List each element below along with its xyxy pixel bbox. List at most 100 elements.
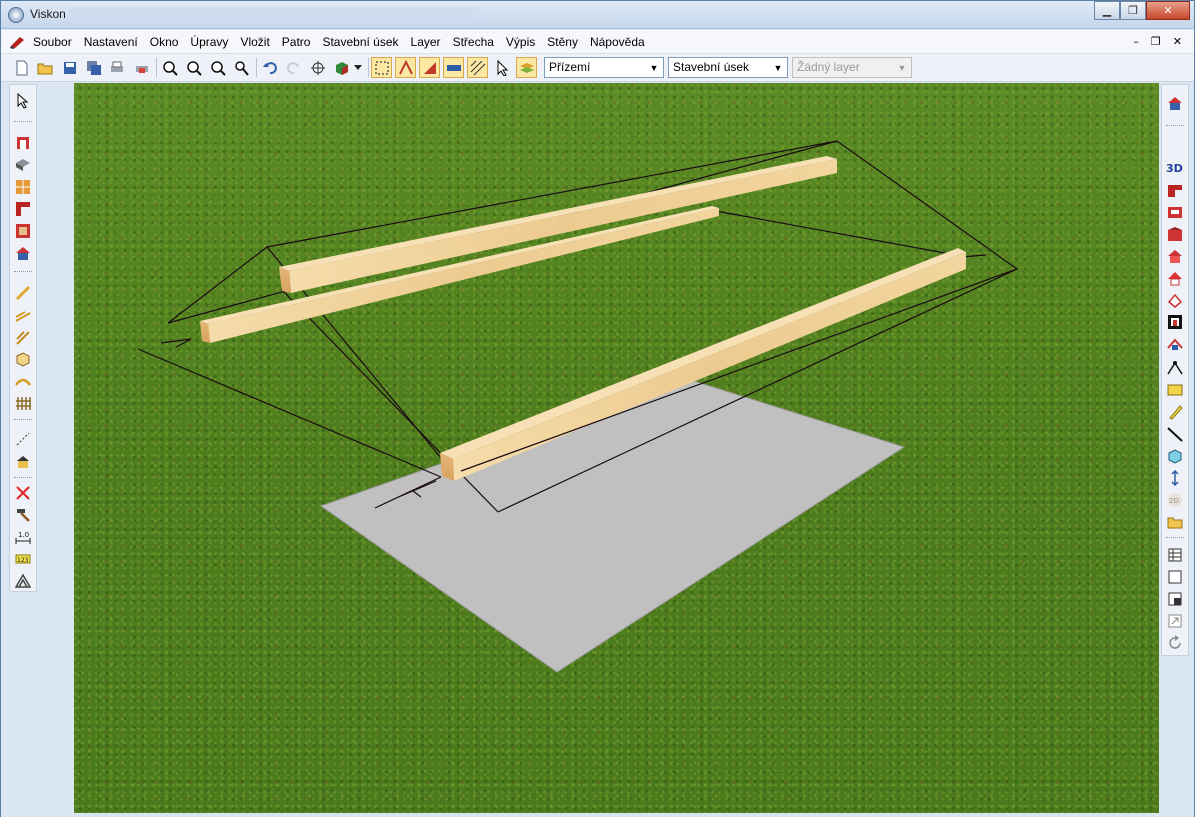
folder-icon[interactable]: [1165, 512, 1185, 532]
3d-view-icon[interactable]: 3D: [1165, 157, 1185, 177]
new-file-icon[interactable]: [11, 57, 32, 78]
plan-icon[interactable]: [1165, 312, 1185, 332]
house-view-icon[interactable]: [1165, 93, 1185, 113]
panel-icon[interactable]: [1165, 380, 1185, 400]
mdi-minimize-button[interactable]: –: [1133, 35, 1139, 48]
slab-icon[interactable]: [13, 155, 33, 175]
pointer-icon[interactable]: [492, 57, 513, 78]
hammer-icon[interactable]: [13, 505, 33, 525]
refresh-icon[interactable]: [1165, 633, 1185, 653]
menu-patro[interactable]: Patro: [276, 35, 317, 49]
open-folder-icon[interactable]: [34, 57, 55, 78]
roof-view-icon[interactable]: [1165, 268, 1185, 288]
blank-icon[interactable]: [1165, 567, 1185, 587]
roof-object-icon[interactable]: [13, 451, 33, 471]
section-icon[interactable]: [443, 57, 464, 78]
minimize-button[interactable]: ▁: [1094, 1, 1120, 20]
save-all-icon[interactable]: [83, 57, 104, 78]
layer-select: Žádný layer ▼: [792, 57, 912, 78]
zoom-fit-icon[interactable]: [207, 57, 228, 78]
title-extra-blurred: [486, 10, 616, 22]
menu-stavebni-usek[interactable]: Stavební úsek: [316, 35, 404, 49]
dropdown-arrow-icon[interactable]: [351, 57, 365, 78]
grid-icon[interactable]: [1165, 545, 1185, 565]
rafter-icon[interactable]: [13, 327, 33, 347]
close-button[interactable]: ✕: [1146, 1, 1190, 20]
cube-tool-icon[interactable]: [1165, 446, 1185, 466]
zoom-in-icon[interactable]: [159, 57, 180, 78]
menu-steny[interactable]: Stěny: [541, 35, 584, 49]
print-preview-icon[interactable]: [131, 57, 152, 78]
menu-strecha[interactable]: Střecha: [447, 35, 500, 49]
window-controls: ▁ ❐ ✕: [1094, 1, 1190, 21]
wall-icon[interactable]: [13, 133, 33, 153]
line-icon[interactable]: [13, 429, 33, 449]
chevron-down-icon: ▼: [649, 62, 659, 73]
select-area-icon[interactable]: [371, 57, 392, 78]
layer-stack-icon[interactable]: [516, 57, 537, 78]
menu-okno[interactable]: Okno: [144, 35, 185, 49]
fence-icon[interactable]: [13, 393, 33, 413]
pointer-icon[interactable]: [13, 91, 33, 111]
floor-slab: [319, 377, 906, 673]
3d-viewport[interactable]: [74, 83, 1159, 813]
maximize-button[interactable]: ❐: [1120, 1, 1146, 20]
expand-icon[interactable]: [1165, 611, 1185, 631]
menu-vlozit[interactable]: Vložit: [234, 35, 275, 49]
zoom-window-icon[interactable]: [231, 57, 252, 78]
svg-text:2D: 2D: [1169, 497, 1179, 505]
corner-icon[interactable]: [13, 199, 33, 219]
snap-icon[interactable]: [395, 57, 416, 78]
window-icon[interactable]: [13, 177, 33, 197]
height-icon[interactable]: [1165, 468, 1185, 488]
mdi-restore-button[interactable]: ❐: [1151, 35, 1161, 48]
redo-icon[interactable]: [283, 57, 304, 78]
title-bar[interactable]: Viskon ▁ ❐ ✕: [1, 1, 1194, 29]
dimension-icon[interactable]: 1.0: [13, 527, 33, 547]
line-tool-icon[interactable]: [1165, 424, 1185, 444]
menu-vypis[interactable]: Výpis: [500, 35, 541, 49]
roof-icon[interactable]: [419, 57, 440, 78]
frame-icon[interactable]: [13, 221, 33, 241]
hatch-icon[interactable]: [467, 57, 488, 78]
truss-icon[interactable]: [13, 571, 33, 591]
crosshair-icon[interactable]: [307, 57, 328, 78]
floor-view-icon[interactable]: [1165, 180, 1185, 200]
measure-icon[interactable]: 123: [13, 549, 33, 569]
menu-upravy[interactable]: Úpravy: [184, 35, 234, 49]
section-select-value: Stavební úsek: [673, 60, 750, 74]
path-icon[interactable]: [1165, 358, 1185, 378]
arch-icon[interactable]: [13, 371, 33, 391]
tilt-icon[interactable]: [1165, 402, 1185, 422]
title-path-blurred: [69, 7, 479, 23]
floor-select-value: Přízemí: [549, 60, 591, 74]
right-toolbar: 3D 2D: [1161, 84, 1189, 656]
section-view-icon[interactable]: [1165, 202, 1185, 222]
menu-soubor[interactable]: Soubor: [33, 35, 78, 49]
stair-icon[interactable]: [13, 305, 33, 325]
side-view-icon[interactable]: [1165, 246, 1185, 266]
elevation-icon[interactable]: [1165, 290, 1185, 310]
ridge-beam: [279, 156, 837, 293]
print-icon[interactable]: [106, 57, 127, 78]
floor-select[interactable]: Přízemí ▼: [544, 57, 664, 78]
section-select[interactable]: Stavební úsek ▼: [668, 57, 788, 78]
3d-box-icon[interactable]: [331, 57, 352, 78]
delete-icon[interactable]: [13, 483, 33, 503]
menu-nastaveni[interactable]: Nastavení: [78, 35, 144, 49]
save-icon[interactable]: [59, 57, 80, 78]
camera-icon[interactable]: [1165, 334, 1185, 354]
undo-icon[interactable]: [259, 57, 280, 78]
front-view-icon[interactable]: [1165, 224, 1185, 244]
zoom-out-icon[interactable]: [183, 57, 204, 78]
left-toolbar: 1.0 123: [9, 84, 37, 592]
beam-icon[interactable]: [13, 283, 33, 303]
svg-text:1.0: 1.0: [18, 531, 29, 539]
half-icon[interactable]: [1165, 589, 1185, 609]
menu-napoveda[interactable]: Nápověda: [584, 35, 651, 49]
middle-purlin: [200, 206, 719, 343]
box-icon[interactable]: [13, 349, 33, 369]
mdi-close-button[interactable]: ✕: [1173, 35, 1182, 48]
menu-layer[interactable]: Layer: [405, 35, 447, 49]
house-icon[interactable]: [13, 243, 33, 263]
